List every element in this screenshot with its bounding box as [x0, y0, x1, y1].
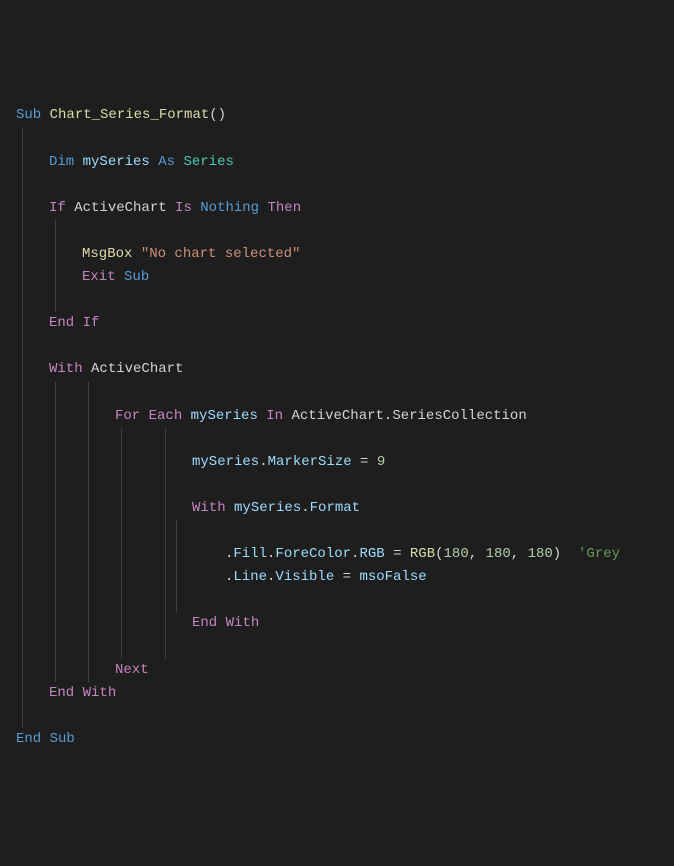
blank-line [0, 428, 674, 451]
blank-line [0, 705, 674, 728]
code-line: End With [0, 612, 674, 635]
code-line: Exit Sub [0, 266, 674, 289]
blank-line [0, 335, 674, 358]
blank-line [0, 382, 674, 405]
blank-line [0, 220, 674, 243]
code-line: If ActiveChart Is Nothing Then [0, 197, 674, 220]
blank-line [0, 289, 674, 312]
code-line: Dim mySeries As Series [0, 151, 674, 174]
blank-line [0, 520, 674, 543]
code-editor: Sub Chart_Series_Format() Dim mySeries As… [0, 104, 674, 751]
code-line: Next [0, 659, 674, 682]
code-line: .Fill.ForeColor.RGB = RGB(180, 180, 180)… [0, 543, 674, 566]
code-line: .Line.Visible = msoFalse [0, 566, 674, 589]
blank-line [0, 127, 674, 150]
code-line: For Each mySeries In ActiveChart.SeriesC… [0, 405, 674, 428]
code-line: End If [0, 312, 674, 335]
code-line: With mySeries.Format [0, 497, 674, 520]
blank-line [0, 174, 674, 197]
code-line: With ActiveChart [0, 358, 674, 381]
code-line: Sub Chart_Series_Format() [0, 104, 674, 127]
blank-line [0, 636, 674, 659]
blank-line [0, 589, 674, 612]
code-line: End With [0, 682, 674, 705]
blank-line [0, 474, 674, 497]
code-line: MsgBox "No chart selected" [0, 243, 674, 266]
code-line: mySeries.MarkerSize = 9 [0, 451, 674, 474]
code-line: End Sub [0, 728, 674, 751]
